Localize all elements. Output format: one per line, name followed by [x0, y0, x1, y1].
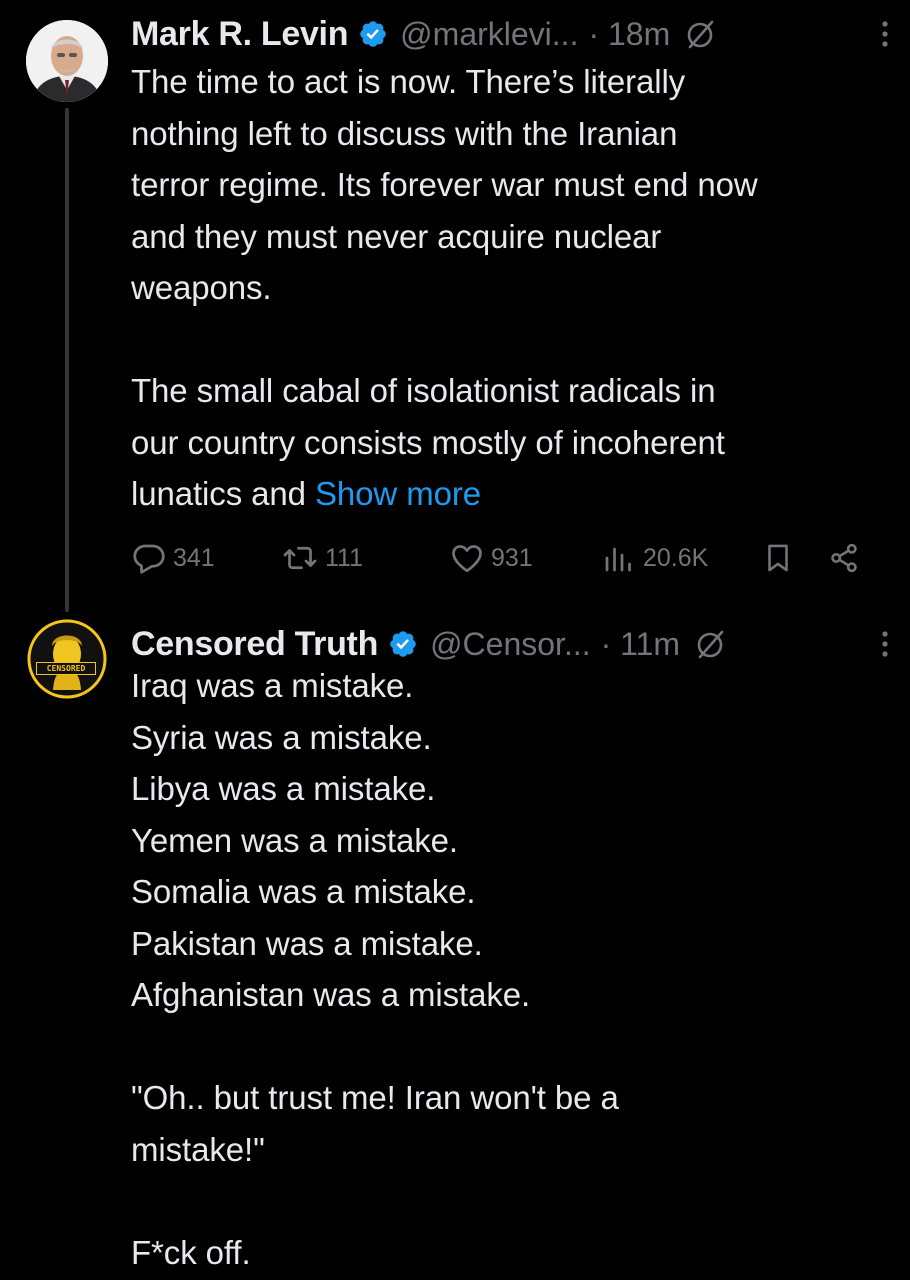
repost-button[interactable]: 111 [281, 532, 363, 584]
tweet-line: our country consists mostly of incoheren… [131, 423, 725, 461]
bookmark-icon [768, 544, 788, 572]
repost-count: 111 [325, 543, 364, 572]
tweet-text: The time to act is now. There’s literall… [131, 56, 901, 520]
tweet-line: Syria was a mistake. [131, 718, 432, 756]
timestamp[interactable]: · 11m [601, 626, 680, 663]
grok-icon[interactable] [684, 17, 718, 51]
tweet-line: nothing left to discuss with the Iranian [131, 114, 678, 152]
views-icon [605, 547, 631, 572]
censored-bar: CENSORED [36, 662, 96, 675]
tweet-line [131, 1175, 901, 1227]
verified-badge-icon [360, 21, 386, 47]
tweet-line: Afghanistan was a mistake. [131, 976, 531, 1013]
grok-icon[interactable] [694, 627, 728, 661]
tweet-line: Yemen was a mistake. [131, 821, 458, 859]
tweet-line: weapons. [131, 269, 272, 306]
tweet-line-last: lunatics and Show more [131, 468, 901, 520]
tweet-line: terror regime. Its forever war must end … [131, 166, 758, 203]
timestamp[interactable]: · 18m [588, 16, 670, 53]
thread-connector [65, 108, 69, 612]
tweet-line [131, 314, 901, 366]
author-name[interactable]: Mark R. Levin [131, 15, 348, 54]
tweet-line: Pakistan was a mistake. [131, 924, 483, 962]
like-icon [452, 545, 482, 573]
share-button[interactable] [827, 532, 861, 584]
tweet-line: Somalia was a mistake. [131, 873, 476, 910]
tweet-line-text: lunatics and [131, 475, 315, 512]
tweet-line: Iraq was a mistake. [131, 667, 414, 704]
verified-badge-icon [390, 631, 416, 657]
repost-icon [283, 546, 317, 570]
author-handle[interactable]: @Censor... [430, 626, 591, 663]
tweet-censored-truth[interactable]: CENSORED Censored Truth @Censor... · 11m… [0, 610, 910, 1280]
avatar[interactable]: CENSORED [26, 618, 108, 700]
tweet-line: Libya was a mistake. [131, 770, 436, 807]
author-handle[interactable]: @marklevi... [400, 16, 578, 53]
tweet-header: Mark R. Levin @marklevi... · 18m [131, 12, 892, 56]
reply-button[interactable]: 341 [131, 532, 215, 584]
tweet-text: Iraq was a mistake. Syria was a mistake.… [131, 660, 901, 1278]
tweet-line [131, 1021, 901, 1073]
tweet-line: "Oh.. but trust me! Iran won't be a [131, 1079, 619, 1116]
like-button[interactable]: 931 [449, 532, 533, 584]
tweet-line: The time to act is now. There’s literall… [131, 63, 686, 100]
more-vertical-icon[interactable] [878, 629, 892, 659]
views-count: 20.6K [643, 543, 709, 572]
views-button[interactable]: 20.6K [601, 532, 708, 584]
tweet-mark-levin[interactable]: Mark R. Levin @marklevi... · 18m The tim… [0, 0, 910, 612]
reply-count: 341 [173, 543, 215, 572]
share-icon [831, 543, 857, 573]
tweet-line: mistake!" [131, 1130, 265, 1168]
author-name[interactable]: Censored Truth [131, 625, 378, 664]
avatar-statue-image [27, 619, 107, 699]
action-bar: 341 111 931 20.6K [131, 532, 871, 584]
avatar[interactable] [26, 20, 108, 102]
more-vertical-icon[interactable] [878, 19, 892, 49]
show-more-link[interactable]: Show more [315, 475, 481, 512]
avatar-portrait-image [26, 20, 108, 102]
reply-icon [133, 544, 165, 574]
bookmark-button[interactable] [761, 532, 795, 584]
tweet-line: The small cabal of isolationist radicals… [131, 372, 716, 409]
like-count: 931 [491, 543, 533, 572]
tweet-line: F*ck off. [131, 1233, 251, 1271]
tweet-line: and they must never acquire nuclear [131, 217, 662, 255]
